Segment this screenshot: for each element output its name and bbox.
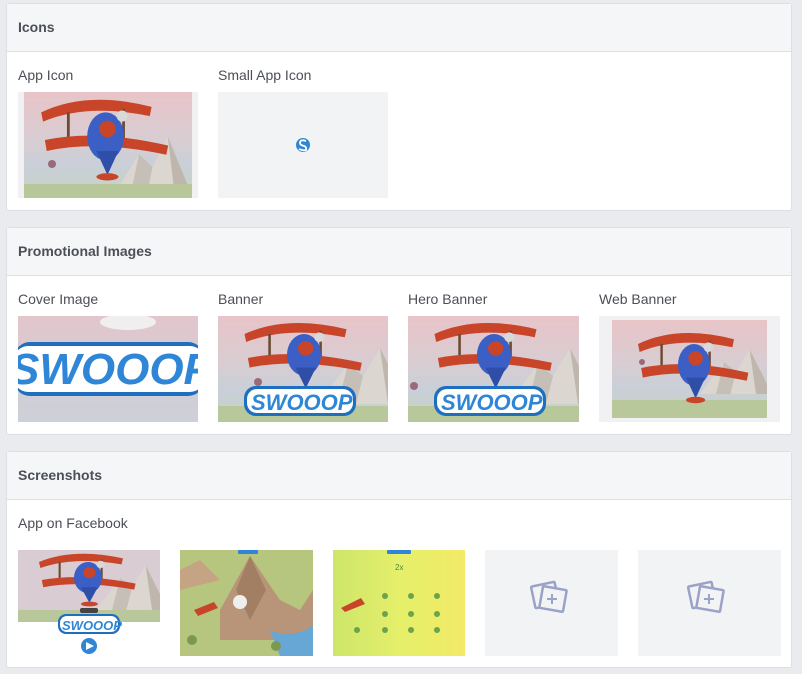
web-banner-slot: Web Banner (599, 290, 677, 310)
small-app-icon-slot: Small App Icon (218, 66, 311, 86)
slot-label: App Icon (18, 67, 74, 83)
banner-image[interactable]: SWOOOP (218, 316, 388, 422)
icons-panel: Icons App Icon Small App Icon (6, 3, 792, 211)
multiplier-badge: 2x (395, 563, 403, 572)
slot-label: Web Banner (599, 291, 677, 307)
screenshot-placeholder-5[interactable] (638, 550, 781, 656)
app-icon-image[interactable] (18, 92, 198, 198)
cover-image[interactable]: SWOOOP (18, 316, 198, 422)
screenshot-placeholder-4[interactable] (485, 550, 618, 656)
screenshot-3[interactable]: 2x (333, 550, 465, 656)
section-title: Screenshots (7, 452, 791, 500)
group-label: App on Facebook (18, 515, 128, 531)
cover-image-slot: Cover Image (18, 290, 98, 310)
hero-banner-image[interactable]: SWOOOP (408, 316, 579, 422)
screenshots-panel: Screenshots App on Facebook SWOOOP 2x (6, 451, 792, 668)
logo-text: SWOOOP (441, 390, 543, 415)
add-photo-icon (529, 580, 568, 614)
slot-label: Cover Image (18, 291, 99, 307)
promotional-images-panel: Promotional Images Cover Image SWOOOP Ba… (6, 227, 792, 435)
app-on-facebook-group: App on Facebook (18, 514, 128, 534)
add-photo-icon (686, 580, 725, 614)
app-icon-slot: App Icon (18, 66, 73, 86)
logo-text: SWOOOP (251, 390, 353, 415)
section-title: Icons (7, 4, 791, 52)
screenshot-1[interactable]: SWOOOP (18, 550, 160, 656)
hero-banner-slot: Hero Banner (408, 290, 487, 310)
logo-text: SWOOOP (62, 618, 122, 633)
slot-label: Hero Banner (408, 291, 488, 307)
slot-label: Banner (218, 291, 264, 307)
small-app-icon-image[interactable] (218, 92, 388, 198)
banner-slot: Banner (218, 290, 263, 310)
logo-text: SWOOOP (18, 345, 198, 394)
section-title: Promotional Images (7, 228, 791, 276)
screenshot-2[interactable] (180, 550, 313, 656)
web-banner-image[interactable] (599, 316, 780, 422)
slot-label: Small App Icon (218, 67, 312, 83)
